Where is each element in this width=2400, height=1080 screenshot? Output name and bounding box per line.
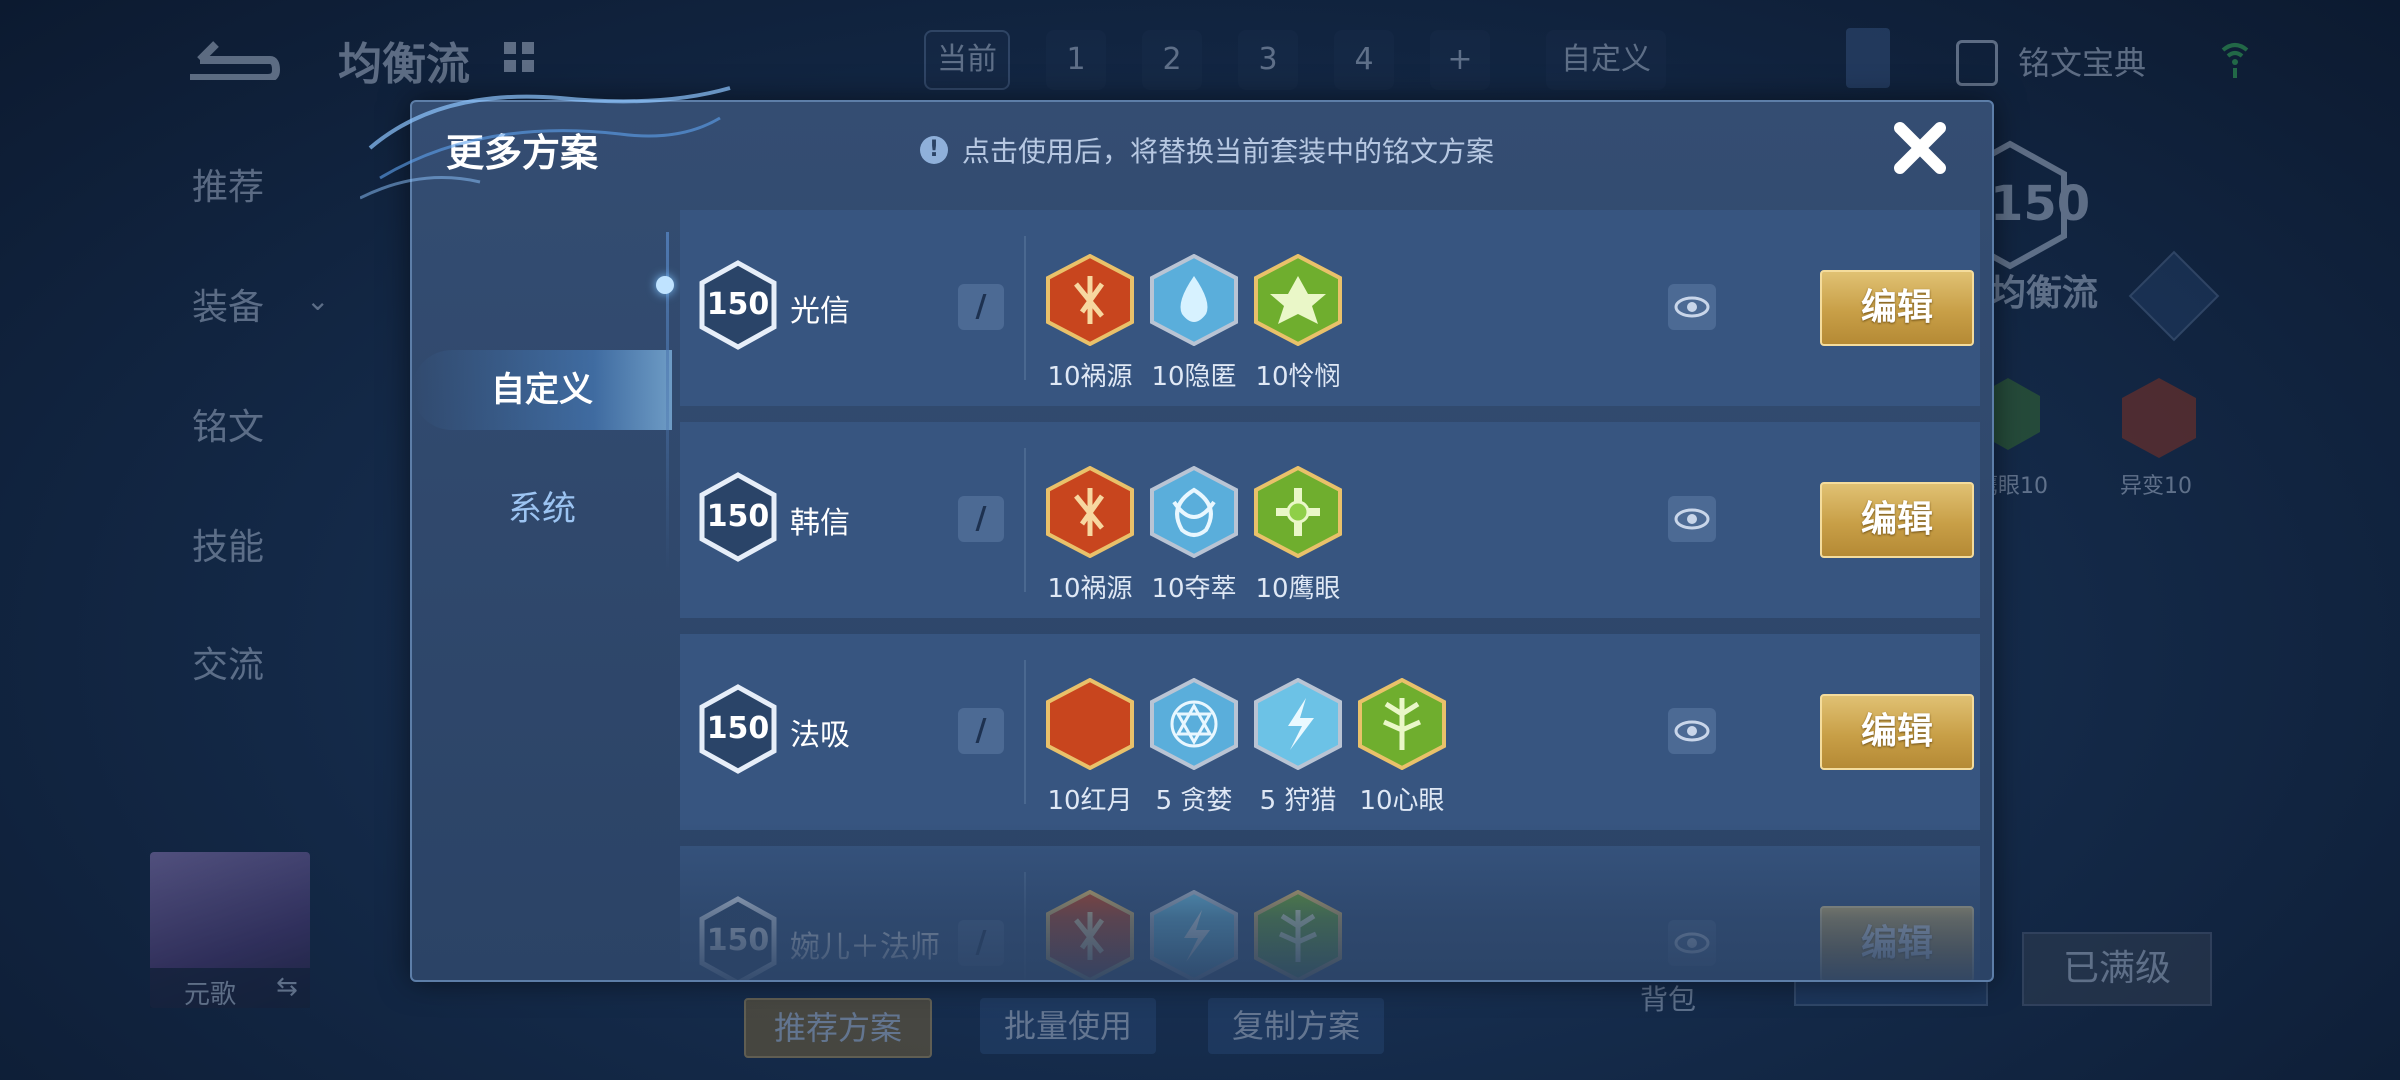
side-nav-runes[interactable]: 铭文 [192,398,264,450]
rune-label: 5 贪婪 [1155,786,1233,816]
side-nav-skills[interactable]: 技能 [192,518,264,570]
tab-current[interactable]: 当前 [924,30,1010,90]
tab-custom[interactable]: 自定义 [1546,30,1666,90]
divider [1024,236,1026,380]
hero-name: 元歌 [184,980,237,1010]
rune-label: 异变10 [2120,474,2192,499]
blue-drop-icon [1150,253,1238,347]
codex-icon [1956,40,1998,86]
level-badge: 150 [698,684,778,774]
blue-lightning-icon [1150,889,1238,980]
plan-row[interactable]: 150 光信 / 10祸源 10隐匿 10怜悯 编辑 [680,210,1980,406]
rune-label: 10心眼 [1359,786,1445,816]
divider [1024,448,1026,592]
level-badge: 150 [698,896,778,980]
rename-pen-icon[interactable]: / [958,496,1004,542]
tab-4[interactable]: 4 [1334,30,1394,90]
level-value: 150 [706,923,770,958]
info-icon: ! [920,136,948,164]
level-badge: 150 [698,260,778,350]
close-icon [1894,122,1946,174]
tab-add[interactable]: + [1430,30,1490,90]
hint-text: ! 点击使用后，将替换当前套装中的铭文方案 [920,130,1494,170]
rune-label: 10祸源 [1047,574,1133,604]
level-badge: 150 [698,472,778,562]
red-rune-icon [2122,378,2196,458]
red-runes-icon [1046,253,1134,347]
preview-eye-icon[interactable] [1668,284,1716,330]
level-value: 150 [706,499,770,534]
copy-plan-button[interactable]: 复制方案 [1208,998,1384,1054]
level-value: 150 [706,287,770,322]
edit-button[interactable]: 编辑 [1820,906,1974,980]
plan-row[interactable]: 150 法吸 / 10红月 5 贪婪 5 狩猎 10心眼 编辑 [680,634,1980,830]
tab-system-plans[interactable]: 系统 [412,474,672,544]
tab-3[interactable]: 3 [1238,30,1298,90]
level-value: 150 [1990,176,2091,232]
edit-button[interactable]: 编辑 [1820,270,1974,346]
plan-name: 韩信 [790,506,850,541]
tab-2[interactable]: 2 [1142,30,1202,90]
rune-label: 10怜悯 [1255,362,1341,392]
maxed-button: 已满级 [2022,932,2212,1006]
bag-label[interactable]: 背包 [1640,978,1696,1018]
wifi-icon [2220,36,2250,80]
plan-name: 法吸 [790,718,850,753]
rune-label: 10鹰眼 [1255,574,1341,604]
green-leaf-icon [1254,889,1342,980]
edit-button[interactable]: 编辑 [1820,482,1974,558]
red-runes-icon [1046,889,1134,980]
hint-label: 点击使用后，将替换当前套装中的铭文方案 [962,135,1495,168]
plan-name: 光信 [790,294,850,329]
red-moon-icon [1046,677,1134,771]
recommend-plan-button[interactable]: 推荐方案 [744,998,932,1058]
rename-pen-icon[interactable]: / [958,708,1004,754]
blue-lightning-icon [1254,677,1342,771]
level-name: 均衡流 [1990,273,2099,314]
tab-custom-plans[interactable]: 自定义 [412,350,672,430]
preview-eye-icon[interactable] [1668,708,1716,754]
blue-star-icon [1150,677,1238,771]
menu-icon[interactable] [2128,250,2220,342]
rune-label: 5 狩猎 [1259,786,1337,816]
red-runes-icon [1046,465,1134,559]
blue-knot-icon [1150,465,1238,559]
swap-icon[interactable]: ⇆ [276,972,298,1002]
green-leaf-icon [1358,677,1446,771]
card-icon[interactable] [1846,28,1890,88]
divider [1024,660,1026,804]
close-button[interactable] [1888,116,1952,180]
plan-row[interactable]: 150 韩信 / 10祸源 10夺萃 10鹰眼 编辑 [680,422,1980,618]
back-arrow-icon[interactable] [180,30,280,80]
side-nav-equipment[interactable]: 装备 [192,278,264,330]
chevron-down-icon: ⌄ [306,284,330,317]
batch-use-button[interactable]: 批量使用 [980,998,1156,1054]
tab-1[interactable]: 1 [1046,30,1106,90]
codex-label[interactable]: 铭文宝典 [2018,38,2146,84]
rename-pen-icon[interactable]: / [958,284,1004,330]
more-plans-modal: 更多方案 ! 点击使用后，将替换当前套装中的铭文方案 自定义 系统 150 光信… [410,100,1994,982]
rune-label: 10祸源 [1047,362,1133,392]
active-tab-dot-icon [656,276,674,294]
preview-eye-icon[interactable] [1668,920,1716,966]
rune-label: 10夺萃 [1151,574,1237,604]
rename-pen-icon[interactable]: / [958,920,1004,966]
decorative-swirl-icon [360,86,731,200]
side-nav-community[interactable]: 交流 [192,636,264,688]
green-star-icon [1254,253,1342,347]
plan-category-tabs: 自定义 系统 [412,212,672,980]
edit-button[interactable]: 编辑 [1820,694,1974,770]
level-value: 150 [706,711,770,746]
green-cross-icon [1254,465,1342,559]
plan-row[interactable]: 150 婉儿＋法师 / 编辑 [680,846,1980,980]
rune-label: 10隐匿 [1151,362,1237,392]
grid-icon[interactable] [502,40,536,74]
divider [1024,872,1026,980]
rune-label: 10红月 [1047,786,1133,816]
side-nav-recommend[interactable]: 推荐 [192,158,264,210]
preview-eye-icon[interactable] [1668,496,1716,542]
plan-name: 婉儿＋法师 [790,930,940,965]
